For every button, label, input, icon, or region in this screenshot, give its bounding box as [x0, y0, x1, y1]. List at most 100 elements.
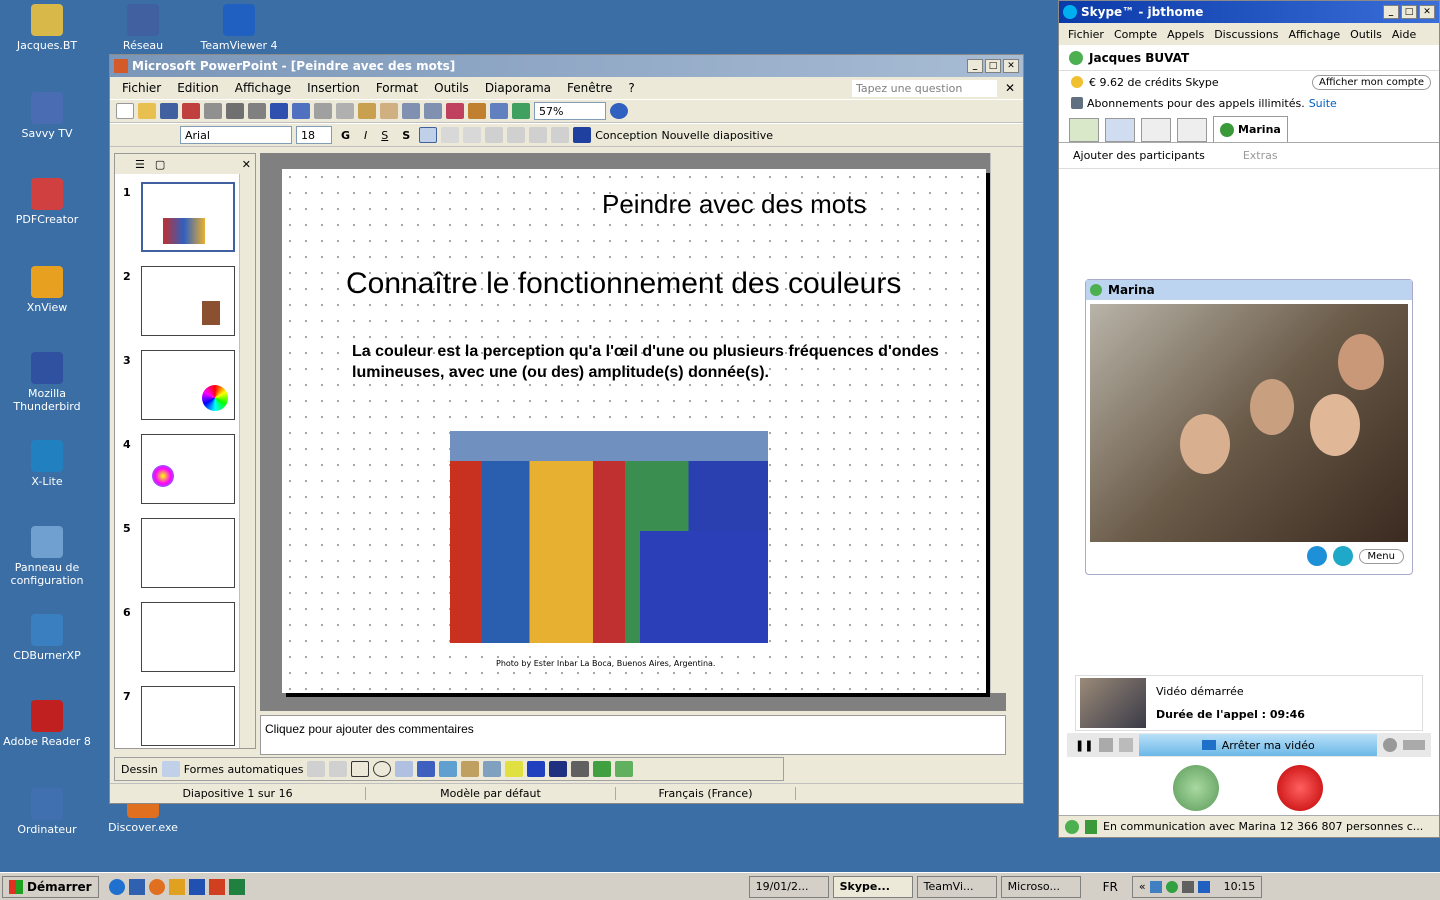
dialpad-tab-icon[interactable]: [1105, 118, 1135, 142]
extras-button[interactable]: Extras: [1243, 149, 1278, 162]
print-icon[interactable]: [226, 103, 244, 119]
task-date[interactable]: 19/01/2...: [748, 875, 829, 898]
align-right-icon[interactable]: [463, 127, 482, 143]
close-doc-icon[interactable]: ✕: [997, 81, 1023, 95]
language-indicator[interactable]: FR: [1103, 880, 1118, 894]
decrease-font-icon[interactable]: [551, 127, 570, 143]
shadow-icon[interactable]: [593, 761, 612, 777]
bullets-icon[interactable]: [507, 127, 526, 143]
task-teamviewer[interactable]: TeamVi...: [916, 875, 997, 898]
rectangle-icon[interactable]: [351, 761, 370, 777]
status-online-icon[interactable]: [1065, 819, 1079, 834]
subscription-link[interactable]: Suite: [1309, 97, 1337, 110]
maximize-button[interactable]: □: [985, 59, 1001, 73]
desktop-icon-xlite[interactable]: X-Lite: [2, 440, 92, 488]
slide-canvas[interactable]: Peindre avec des mots Connaître le fonct…: [282, 169, 986, 693]
new-slide-button[interactable]: Nouvelle diapositive: [661, 129, 773, 142]
menu-outils[interactable]: Outils: [426, 81, 477, 95]
slide-thumb-3[interactable]: [141, 350, 235, 420]
3d-icon[interactable]: [615, 761, 634, 777]
question-input[interactable]: Tapez une question: [851, 79, 997, 97]
email-icon[interactable]: [204, 103, 222, 119]
stop-video-button[interactable]: Arrêter ma vidéo: [1139, 734, 1377, 756]
skype-close-button[interactable]: ✕: [1419, 5, 1435, 19]
conception-button[interactable]: Conception: [595, 129, 657, 142]
skype-maximize-button[interactable]: □: [1401, 5, 1417, 19]
font-color-icon[interactable]: [573, 127, 592, 143]
draw-menu[interactable]: Dessin: [121, 763, 158, 776]
save-icon[interactable]: [160, 103, 178, 119]
call-tab-marina[interactable]: Marina: [1213, 116, 1288, 142]
tray-expand-icon[interactable]: «: [1139, 880, 1146, 893]
add-participants-button[interactable]: Ajouter des participants: [1073, 149, 1205, 162]
quicklaunch-media-icon[interactable]: [168, 878, 185, 895]
contacts-tab-icon[interactable]: [1069, 118, 1099, 142]
ellipse-icon[interactable]: [373, 761, 392, 777]
menu-fenetre[interactable]: Fenêtre: [559, 81, 620, 95]
tray-network-icon[interactable]: [1149, 880, 1162, 893]
slides-scrollbar[interactable]: [239, 174, 255, 748]
cut-icon[interactable]: [314, 103, 332, 119]
video-menu-button[interactable]: Menu: [1358, 548, 1404, 564]
italic-button[interactable]: I: [359, 129, 372, 142]
quicklaunch-firefox-icon[interactable]: [148, 878, 165, 895]
skype-minimize-button[interactable]: _: [1383, 5, 1399, 19]
hangup-small-icon[interactable]: [1403, 740, 1425, 750]
arrow-icon[interactable]: [329, 761, 348, 777]
slide-thumb-5[interactable]: [141, 518, 235, 588]
research-icon[interactable]: [292, 103, 310, 119]
diagram-icon[interactable]: [439, 761, 458, 777]
slide-body[interactable]: La couleur est la perception qu'a l'œil …: [352, 341, 942, 383]
task-skype[interactable]: Skype...: [832, 875, 913, 898]
desktop-icon-computer[interactable]: Ordinateur: [2, 788, 92, 836]
menu-format[interactable]: Format: [368, 81, 426, 95]
desktop-icon-teamviewer[interactable]: TeamViewer 4: [194, 4, 284, 52]
headset-icon[interactable]: [1383, 738, 1397, 752]
desktop-icon-savvytv[interactable]: Savvy TV: [2, 92, 92, 140]
tray-update-icon[interactable]: [1197, 880, 1210, 893]
color-icon[interactable]: [512, 103, 530, 119]
increase-font-icon[interactable]: [529, 127, 548, 143]
quicklaunch-desktop-icon[interactable]: [128, 878, 145, 895]
line-icon[interactable]: [307, 761, 326, 777]
live-tab-icon[interactable]: [1141, 118, 1171, 142]
skype-menu-fichier[interactable]: Fichier: [1063, 28, 1109, 41]
remote-video[interactable]: [1090, 304, 1408, 542]
zoom-select[interactable]: 57%: [534, 102, 606, 120]
editor-scrollbar[interactable]: [990, 153, 1006, 693]
history-tab-icon[interactable]: [1177, 118, 1207, 142]
slides-tab-icon[interactable]: ▢: [155, 158, 165, 171]
snapshot-icon[interactable]: [1306, 546, 1327, 566]
quicklaunch-excel-icon[interactable]: [228, 878, 245, 895]
outline-tab-icon[interactable]: ☰: [135, 158, 145, 171]
slide-thumb-6[interactable]: [141, 602, 235, 672]
quicklaunch-ie-icon[interactable]: [108, 878, 125, 895]
slide-thumb-2[interactable]: [141, 266, 235, 336]
bold-button[interactable]: G: [336, 129, 355, 142]
transfer-icon[interactable]: [1119, 738, 1134, 752]
skype-user-row[interactable]: Jacques BUVAT: [1059, 45, 1439, 71]
desktop-icon-pdfcreator[interactable]: PDFCreator: [2, 178, 92, 226]
format-painter-icon[interactable]: [380, 103, 398, 119]
fill-color-icon[interactable]: [505, 761, 524, 777]
menu-diaporama[interactable]: Diaporama: [477, 81, 559, 95]
autoshapes-menu[interactable]: Formes automatiques: [184, 763, 304, 776]
desktop-icon-network[interactable]: Réseau: [98, 4, 188, 52]
quicklaunch-word-icon[interactable]: [188, 878, 205, 895]
permission-icon[interactable]: [182, 103, 200, 119]
call-button[interactable]: [1173, 765, 1219, 811]
close-pane-icon[interactable]: ✕: [242, 158, 251, 171]
slide-thumb-4[interactable]: [141, 434, 235, 504]
desktop-icon-cdburner[interactable]: CDBurnerXP: [2, 614, 92, 662]
skype-titlebar[interactable]: Skype™ - jbthome _ □ ✕: [1059, 1, 1439, 23]
slide-photo[interactable]: [450, 431, 768, 643]
chat-icon[interactable]: [1332, 546, 1353, 566]
align-left-icon[interactable]: [419, 127, 438, 143]
hangup-button[interactable]: [1277, 765, 1323, 811]
powerpoint-titlebar[interactable]: Microsoft PowerPoint - [Peindre avec des…: [110, 55, 1023, 77]
numbering-icon[interactable]: [485, 127, 504, 143]
skype-menu-compte[interactable]: Compte: [1109, 28, 1162, 41]
preview-icon[interactable]: [248, 103, 266, 119]
tray-skype-icon[interactable]: [1165, 880, 1178, 893]
notes-pane[interactable]: Cliquez pour ajouter des commentaires: [260, 715, 1006, 755]
